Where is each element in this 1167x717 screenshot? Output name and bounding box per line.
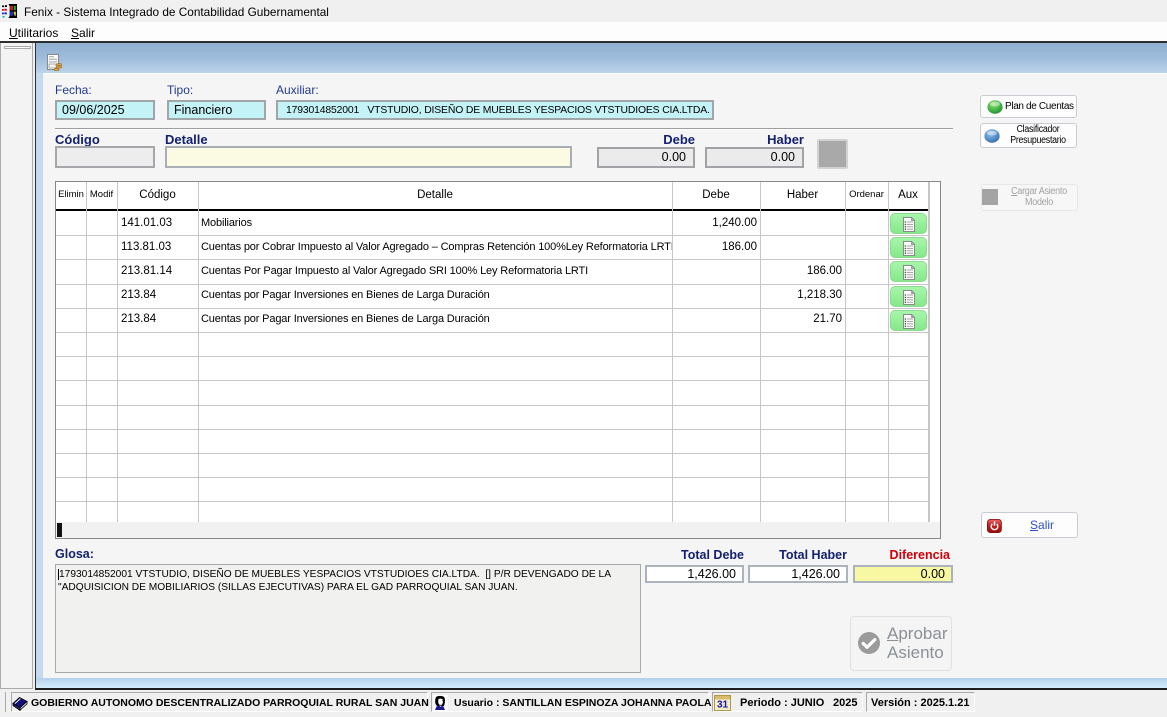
svg-text:31: 31 [717, 700, 729, 711]
